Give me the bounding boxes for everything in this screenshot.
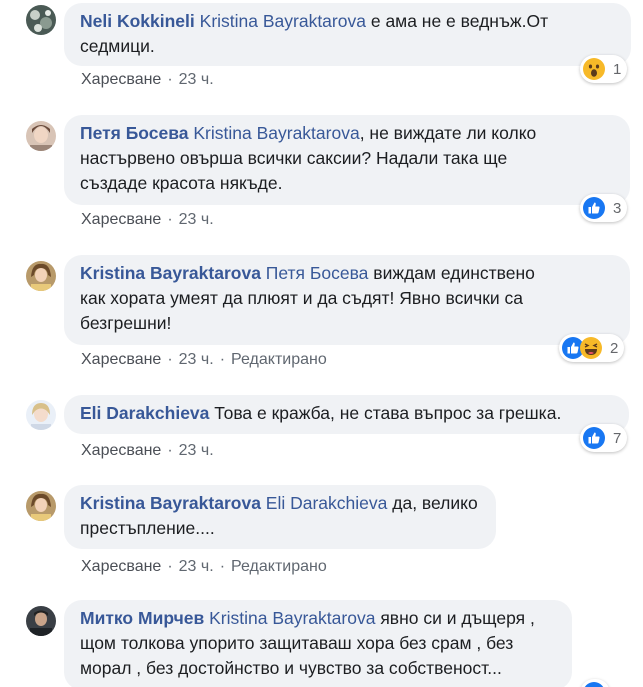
comment-timestamp[interactable]: 23 ч. bbox=[179, 558, 214, 575]
edited-label[interactable]: Редактирано bbox=[231, 558, 327, 575]
comment-bubble: Neli Kokkineli Kristina Bayraktarova е а… bbox=[64, 3, 631, 66]
avatar[interactable] bbox=[26, 400, 56, 430]
reaction-summary[interactable]: 3 bbox=[580, 194, 628, 222]
comment-text-line: щом толкова упорито защитаваш хора без с… bbox=[80, 633, 514, 653]
separator: · bbox=[219, 558, 226, 575]
comment-timestamp[interactable]: 23 ч. bbox=[179, 71, 214, 88]
comment-mention[interactable]: Eli Darakchieva bbox=[266, 493, 388, 513]
comment-text-line: безгрешни! bbox=[80, 313, 172, 333]
comment-bubble: Митко Мирчев Kristina Bayraktarova явно … bbox=[64, 600, 572, 687]
comment-mention[interactable]: Петя Босева bbox=[266, 263, 369, 283]
reaction-count: 1 bbox=[613, 60, 622, 78]
comment-actions: Харесване · 23 ч. bbox=[81, 70, 214, 90]
wow-reaction-icon bbox=[583, 58, 605, 80]
reaction-summary[interactable]: 2 bbox=[559, 334, 625, 362]
comment-text-line: , не виждате ли колко bbox=[359, 123, 537, 143]
comment-mention[interactable]: Kristina Bayraktarova bbox=[200, 11, 366, 31]
like-button[interactable]: Харесване bbox=[81, 558, 161, 575]
like-button[interactable]: Харесване bbox=[81, 442, 161, 459]
avatar[interactable] bbox=[26, 5, 56, 35]
separator: · bbox=[167, 211, 173, 228]
comment-author[interactable]: Kristina Bayraktarova bbox=[80, 493, 261, 513]
reaction-summary[interactable]: 1 bbox=[580, 55, 628, 83]
like-reaction-icon bbox=[583, 197, 605, 219]
like-reaction-icon bbox=[583, 427, 605, 449]
comment-author[interactable]: Митко Мирчев bbox=[80, 608, 204, 628]
avatar[interactable] bbox=[26, 606, 56, 636]
comment-author[interactable]: Kristina Bayraktarova bbox=[80, 263, 261, 283]
separator: · bbox=[167, 71, 173, 88]
comment-author[interactable]: Петя Босева bbox=[80, 123, 189, 143]
comment-mention[interactable]: Kristina Bayraktarova bbox=[193, 123, 359, 143]
comment-bubble: Kristina Bayraktarova Петя Босева виждам… bbox=[64, 255, 630, 345]
reaction-count: 3 bbox=[613, 199, 622, 217]
avatar[interactable] bbox=[26, 491, 56, 521]
reaction-count: 7 bbox=[613, 429, 622, 447]
comment-text-line: престъпление.... bbox=[80, 518, 215, 538]
comment-author[interactable]: Eli Darakchieva bbox=[80, 403, 209, 423]
comment-text-line: създаде красота някъде. bbox=[80, 173, 283, 193]
comment-text-line: настървено овърша всички саксии? Надали … bbox=[80, 148, 508, 168]
comment-text-line: как хората умеят да плюят и да съдят! Яв… bbox=[80, 288, 523, 308]
comment-actions: Харесване · 23 ч. · Редактирано bbox=[81, 350, 327, 370]
comment-text-line: явно си и дъщеря , bbox=[380, 608, 535, 628]
like-button[interactable]: Харесване bbox=[81, 71, 161, 88]
reaction-count: 2 bbox=[610, 339, 619, 357]
reaction-summary[interactable]: 7 bbox=[580, 424, 628, 452]
comment-bubble: Kristina Bayraktarova Eli Darakchieva да… bbox=[64, 485, 496, 549]
like-reaction-icon bbox=[583, 682, 605, 687]
separator: · bbox=[167, 442, 173, 459]
comment-text-line: Това е кражба, не става въпрос за грешка… bbox=[214, 403, 562, 423]
edited-label[interactable]: Редактирано bbox=[231, 351, 327, 368]
separator: · bbox=[167, 558, 173, 575]
comment-timestamp[interactable]: 23 ч. bbox=[179, 351, 214, 368]
comment-actions: Харесване · 23 ч. bbox=[81, 441, 214, 461]
haha-reaction-icon bbox=[580, 337, 602, 359]
comment-text-line: виждам единствено bbox=[373, 263, 535, 283]
comment-text-line: е ама не е веднъж.От bbox=[370, 11, 549, 31]
reaction-summary[interactable] bbox=[580, 679, 610, 687]
avatar[interactable] bbox=[26, 121, 56, 151]
comment-bubble: Eli Darakchieva Това е кражба, не става … bbox=[64, 395, 629, 434]
comment-timestamp[interactable]: 23 ч. bbox=[179, 211, 214, 228]
comment-mention[interactable]: Kristina Bayraktarova bbox=[209, 608, 375, 628]
separator: · bbox=[219, 351, 226, 368]
comment-timestamp[interactable]: 23 ч. bbox=[179, 442, 214, 459]
avatar[interactable] bbox=[26, 261, 56, 291]
comment-text-line: морал , без достойнство и чувство за соб… bbox=[80, 658, 502, 678]
comment-actions: Харесване · 23 ч. bbox=[81, 210, 214, 230]
comment-text-line: седмици. bbox=[80, 36, 155, 56]
separator: · bbox=[167, 351, 173, 368]
comment-bubble: Петя Босева Kristina Bayraktarova, не ви… bbox=[64, 115, 630, 205]
comment-actions: Харесване · 23 ч. · Редактирано bbox=[81, 557, 327, 577]
like-button[interactable]: Харесване bbox=[81, 351, 161, 368]
like-button[interactable]: Харесване bbox=[81, 211, 161, 228]
comment-author[interactable]: Neli Kokkineli bbox=[80, 11, 195, 31]
comment-text-line: да, велико bbox=[392, 493, 478, 513]
